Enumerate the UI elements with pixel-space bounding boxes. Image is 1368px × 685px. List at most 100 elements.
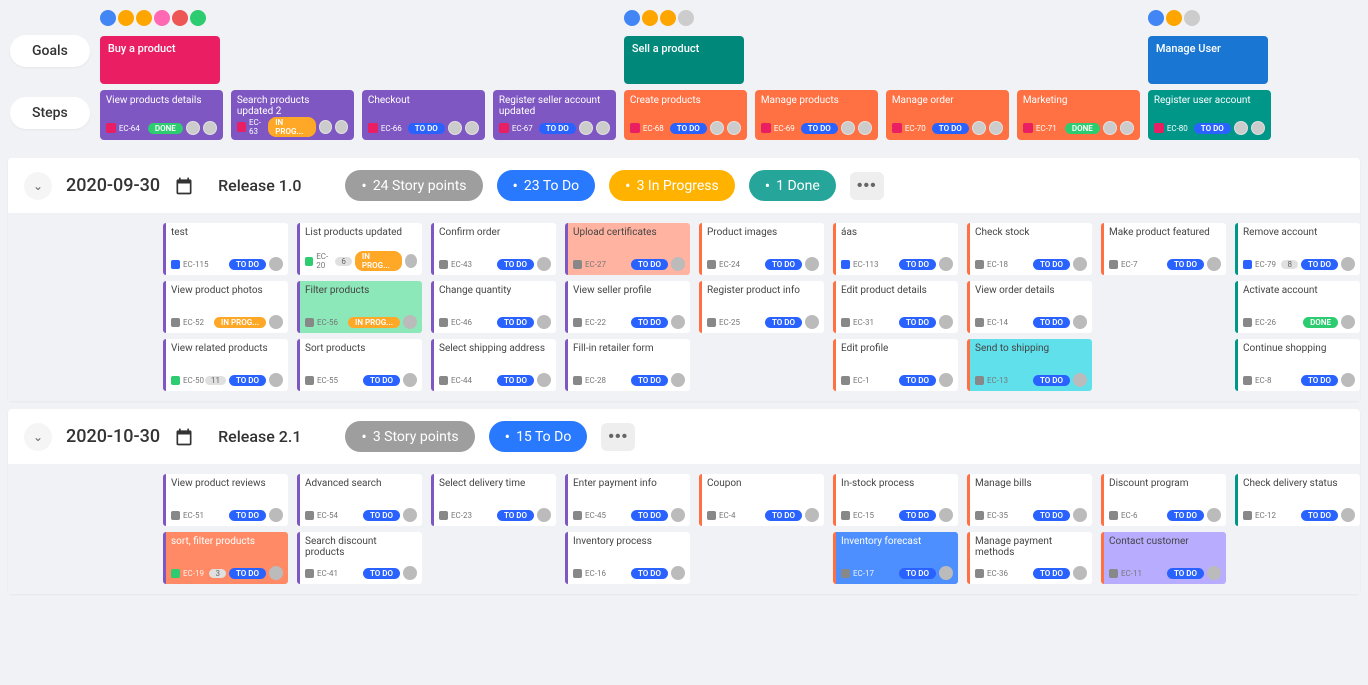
step-card[interactable]: Manage products EC-69 TO DO — [755, 90, 878, 140]
more-button[interactable]: ••• — [850, 172, 884, 200]
status-badge: TO DO — [765, 317, 802, 328]
step-card[interactable]: Create products EC-68 TO DO — [624, 90, 747, 140]
task-card[interactable]: Advanced search EC-54 TO DO — [297, 474, 422, 526]
status-badge: TO DO — [899, 259, 936, 270]
task-card[interactable]: List products updated EC-20 6 IN PROG... — [297, 223, 422, 275]
status-badge: TO DO — [932, 123, 969, 134]
issue-type-icon — [573, 376, 582, 385]
goals-label: Goals — [10, 35, 90, 67]
release-block: ⌄ 2020-10-30 Release 2.13 Story points 1… — [8, 409, 1360, 594]
task-card[interactable]: View product photos EC-52 IN PROG... — [163, 281, 288, 333]
task-card[interactable]: Remove account EC-79 8 TO DO — [1235, 223, 1360, 275]
task-card[interactable]: Make product featured EC-7 TO DO — [1101, 223, 1226, 275]
task-card[interactable]: Activate account EC-26 DONE — [1235, 281, 1360, 333]
goal-card[interactable]: Sell a product — [624, 36, 744, 84]
task-title: Coupon — [707, 478, 819, 489]
task-title: Select delivery time — [439, 478, 551, 489]
task-card[interactable]: Continue shopping EC-8 TO DO — [1235, 339, 1360, 391]
issue-type-icon — [171, 376, 180, 385]
step-card[interactable]: Register seller account updated EC-67 TO… — [493, 90, 616, 140]
task-card[interactable]: View product reviews EC-51 TO DO — [163, 474, 288, 526]
task-card[interactable]: View seller profile EC-22 TO DO — [565, 281, 690, 333]
issue-type-icon — [1243, 318, 1252, 327]
task-card[interactable]: Edit profile EC-1 TO DO — [833, 339, 958, 391]
issue-type-icon — [975, 318, 984, 327]
side-labels: Goals Steps — [10, 35, 90, 140]
task-title: View seller profile — [573, 285, 685, 296]
step-card[interactable]: View products details EC-64 DONE — [100, 90, 223, 140]
task-card[interactable]: Select shipping address EC-44 TO DO — [431, 339, 556, 391]
assignee-avatar — [805, 315, 819, 329]
task-card[interactable]: sort, filter products EC-19 3 TO DO — [163, 532, 288, 584]
assignee-avatar — [1073, 257, 1087, 271]
calendar-icon — [174, 427, 194, 447]
assignee-avatar — [335, 120, 348, 134]
task-card[interactable]: View order details EC-14 TO DO — [967, 281, 1092, 333]
task-card[interactable]: Product images EC-24 TO DO — [699, 223, 824, 275]
assignee-avatar — [671, 508, 685, 522]
task-title: Make product featured — [1109, 227, 1221, 238]
status-badge: TO DO — [631, 259, 668, 270]
status-badge: TO DO — [1033, 259, 1070, 270]
step-card[interactable]: Checkout EC-66 TO DO — [362, 90, 485, 140]
task-card[interactable]: Inventory process EC-16 TO DO — [565, 532, 690, 584]
assignee-avatar — [671, 373, 685, 387]
collapse-button[interactable]: ⌄ — [24, 172, 52, 200]
task-card[interactable]: Discount program EC-6 TO DO — [1101, 474, 1226, 526]
step-card[interactable]: Search products updated 2 EC-63 IN PROG.… — [231, 90, 354, 140]
task-card[interactable]: Filter products EC-56 IN PROG... — [297, 281, 422, 333]
task-id: EC-26 — [1243, 318, 1276, 327]
assignee-avatar — [186, 121, 200, 135]
step-card[interactable]: Manage order EC-70 TO DO — [886, 90, 1009, 140]
step-card[interactable]: Marketing EC-71 DONE — [1017, 90, 1140, 140]
issue-type-icon — [171, 318, 180, 327]
status-badge: TO DO — [1167, 568, 1204, 579]
issue-type-icon — [841, 376, 850, 385]
task-card[interactable]: Check delivery status EC-12 TO DO — [1235, 474, 1360, 526]
task-card[interactable]: Contact customer EC-11 TO DO — [1101, 532, 1226, 584]
task-card[interactable]: Register product info EC-25 TO DO — [699, 281, 824, 333]
task-card[interactable]: áas EC-113 TO DO — [833, 223, 958, 275]
task-card[interactable]: Upload certificates EC-27 TO DO — [565, 223, 690, 275]
goal-card[interactable]: Buy a product — [100, 36, 220, 84]
more-button[interactable]: ••• — [601, 423, 635, 451]
task-card[interactable]: Send to shipping EC-13 TO DO — [967, 339, 1092, 391]
step-title: Register user account — [1154, 95, 1265, 106]
task-id: EC-12 — [1243, 511, 1276, 520]
task-card[interactable]: Change quantity EC-46 TO DO — [431, 281, 556, 333]
task-card[interactable]: Coupon EC-4 TO DO — [699, 474, 824, 526]
assignee-avatar — [1341, 257, 1355, 271]
task-card[interactable]: Check stock EC-18 TO DO — [967, 223, 1092, 275]
release-body: View product reviews EC-51 TO DO Advance… — [8, 464, 1360, 594]
task-card[interactable]: Inventory forecast EC-17 TO DO — [833, 532, 958, 584]
task-title: Sort products — [305, 343, 417, 354]
collapse-button[interactable]: ⌄ — [24, 423, 52, 451]
status-badge: TO DO — [631, 317, 668, 328]
task-card[interactable]: In-stock process EC-15 TO DO — [833, 474, 958, 526]
task-card[interactable]: Confirm order EC-43 TO DO — [431, 223, 556, 275]
assignee-avatar — [537, 373, 551, 387]
avatar-icon — [642, 10, 658, 26]
task-card[interactable]: Sort products EC-55 TO DO — [297, 339, 422, 391]
task-card[interactable]: Search discount products EC-41 TO DO — [297, 532, 422, 584]
status-badge: TO DO — [631, 568, 668, 579]
assignee-avatar — [710, 121, 724, 135]
step-id: EC-66 — [368, 123, 402, 133]
summary-chip: 23 To Do — [497, 170, 596, 201]
issue-type-icon — [841, 511, 850, 520]
task-card[interactable]: test EC-115 TO DO — [163, 223, 288, 275]
step-card[interactable]: Register user account EC-80 TO DO — [1148, 90, 1271, 140]
task-card[interactable]: Enter payment info EC-45 TO DO — [565, 474, 690, 526]
status-badge: TO DO — [1194, 123, 1231, 134]
task-card[interactable]: View related products EC-50 11 TO DO — [163, 339, 288, 391]
issue-type-icon — [841, 260, 850, 269]
task-card[interactable]: Edit product details EC-31 TO DO — [833, 281, 958, 333]
task-card[interactable]: Select delivery time EC-23 TO DO — [431, 474, 556, 526]
task-card[interactable]: Manage payment methods EC-36 TO DO — [967, 532, 1092, 584]
goal-card[interactable]: Manage User — [1148, 36, 1268, 84]
step-id: EC-64 — [106, 123, 140, 133]
assignee-avatar — [1207, 257, 1221, 271]
task-id: EC-25 — [707, 318, 740, 327]
task-card[interactable]: Fill-in retailer form EC-28 TO DO — [565, 339, 690, 391]
task-card[interactable]: Manage bills EC-35 TO DO — [967, 474, 1092, 526]
